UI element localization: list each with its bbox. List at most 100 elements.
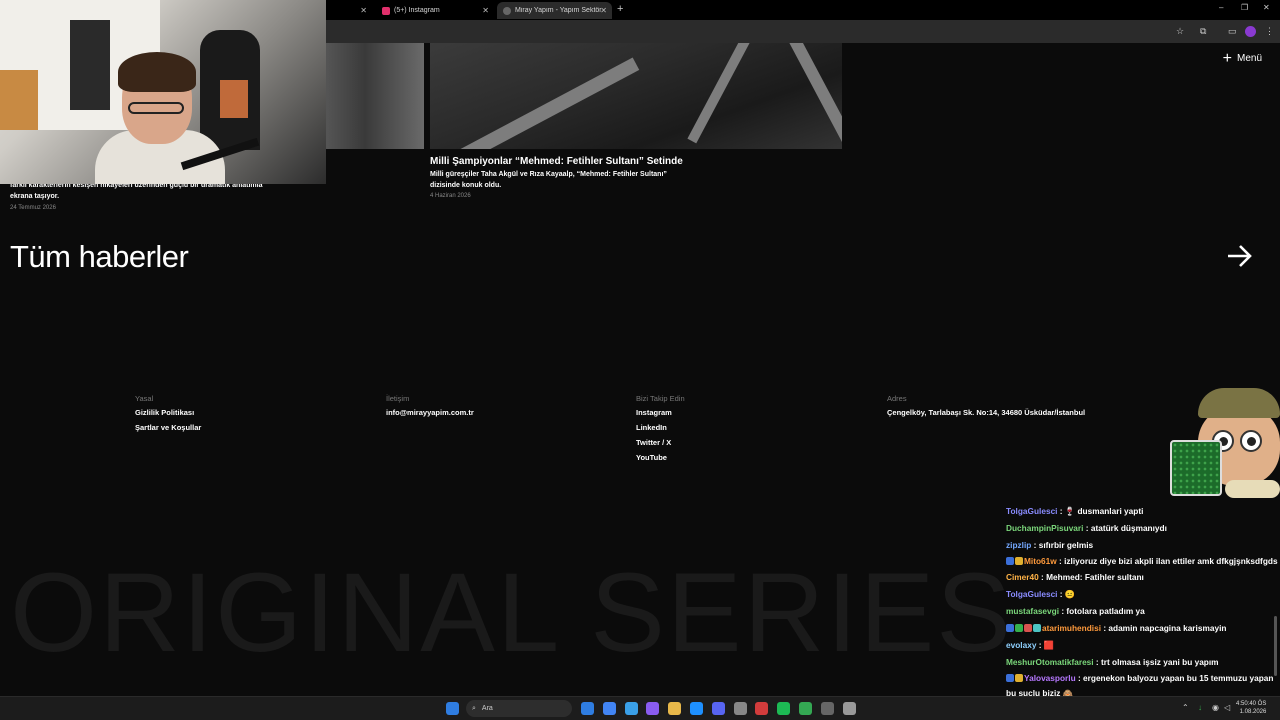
chat-username[interactable]: Cimer40: [1006, 572, 1039, 582]
taskbar-app-icon[interactable]: [799, 702, 812, 715]
footer-link-privacy[interactable]: Gizlilik Politikası: [135, 408, 201, 417]
tab-close-icon[interactable]: ✕: [360, 6, 367, 15]
footer-heading: Adres: [887, 394, 907, 403]
chat-message: mustafasevgi : fotolara patladım ya: [1006, 603, 1280, 620]
scrollbar-thumb[interactable]: [1274, 616, 1277, 676]
chat-badge-icon: [1033, 624, 1041, 632]
site-favicon-icon: [503, 6, 511, 15]
taskbar-app-icon[interactable]: [755, 702, 769, 715]
tab-close-icon[interactable]: ✕: [482, 6, 489, 15]
news-card-title[interactable]: Milli Şampiyonlar “Mehmed: Fetihler Sult…: [430, 156, 683, 167]
tray-download-icon[interactable]: ↓: [1198, 703, 1202, 712]
chat-username[interactable]: zipzlip: [1006, 540, 1031, 550]
chat-username[interactable]: evolaxy: [1006, 640, 1036, 650]
chat-username[interactable]: Mito61w: [1024, 556, 1057, 566]
chat-message: evolaxy : 🟥: [1006, 637, 1280, 654]
original-series-banner: ORIGINAL SERIES: [10, 550, 1013, 675]
set-beam: [687, 43, 753, 144]
emote-hand: [1225, 480, 1280, 498]
taskbar-app-icon[interactable]: [690, 702, 703, 715]
webcam-person-hair: [118, 52, 196, 92]
taskbar-clock[interactable]: 4:50:40 ÖS 1.08.2026: [1236, 700, 1266, 716]
tray-chevron-icon[interactable]: ⌃: [1182, 703, 1189, 712]
taskbar-app-icon[interactable]: [842, 702, 856, 715]
tray-mic-icon[interactable]: ◉: [1212, 703, 1219, 712]
chat-username[interactable]: MeshurOtomatikfaresi: [1006, 657, 1094, 667]
chat-username[interactable]: Yalovasporlu: [1024, 673, 1076, 683]
tab-instagram[interactable]: (5+) Instagram ✕: [376, 2, 494, 19]
taskbar-app-icon[interactable]: [624, 702, 638, 715]
taskbar-app-icon[interactable]: [602, 702, 616, 715]
new-tab-button[interactable]: +: [617, 3, 623, 15]
chat-username[interactable]: TolgaGulesci: [1006, 589, 1057, 599]
chat-text: : fotolara patladım ya: [1059, 606, 1145, 616]
chat-message: TolgaGulesci : 😐: [1006, 586, 1280, 603]
emote-overlay: [1170, 388, 1280, 506]
bookmark-star-icon[interactable]: ☆: [1176, 26, 1184, 37]
footer-link-linkedin[interactable]: LinkedIn: [636, 423, 685, 432]
taskbar-search[interactable]: ⌕ Ara: [466, 700, 572, 717]
taskbar-app-icon[interactable]: [777, 702, 791, 715]
chat-badge-icon: [1006, 557, 1014, 565]
screen: ✕ (5+) Instagram ✕ Miray Yapım - Yapım S…: [0, 0, 1280, 720]
footer-col-legal: Yasal Gizlilik Politikası Şartlar ve Koş…: [135, 394, 201, 438]
chat-message: Mito61w : izliyoruz diye bizi akpli ilan…: [1006, 554, 1280, 569]
taskbar-app-icon[interactable]: [711, 702, 725, 715]
footer-link-terms[interactable]: Şartlar ve Koşullar: [135, 423, 201, 432]
chat-username[interactable]: atarimuhendisi: [1042, 623, 1101, 633]
chat-badge-icon: [1006, 624, 1014, 632]
profile-avatar[interactable]: [1245, 26, 1256, 37]
tab-close-icon[interactable]: ✕: [600, 6, 607, 15]
chat-username[interactable]: DuchampinPisuvari: [1006, 523, 1083, 533]
left-card-date: 24 Temmuz 2026: [10, 205, 56, 211]
menu-button[interactable]: + Menü: [1222, 49, 1262, 67]
tab-miray-yapim[interactable]: Miray Yapım - Yapım Sektörünü ✕: [497, 2, 612, 19]
webcam-overlay: [0, 0, 326, 184]
chat-text: : adamin napcagina karismayin: [1101, 623, 1227, 633]
taskbar-app-icon[interactable]: [581, 702, 594, 715]
all-news-heading[interactable]: Tüm haberler: [10, 239, 189, 275]
instagram-icon: [382, 6, 390, 15]
footer-link-instagram[interactable]: Instagram: [636, 408, 685, 417]
emote-cup: [1170, 440, 1222, 496]
arrow-right-icon[interactable]: [1226, 243, 1254, 269]
footer-heading: Yasal: [135, 394, 154, 403]
taskbar-app-icon[interactable]: [733, 702, 747, 715]
chat-badge-icon: [1024, 624, 1032, 632]
chat-message: atarimuhendisi : adamin napcagina karism…: [1006, 620, 1280, 637]
chat-text: : sıfırbir gelmis: [1031, 540, 1094, 550]
chat-username[interactable]: TolgaGulesci: [1006, 506, 1057, 516]
news-image-main[interactable]: [430, 43, 842, 149]
chat-text: : izliyoruz diye bizi akpli ilan ettiler…: [1056, 556, 1278, 566]
cast-icon[interactable]: ▭: [1228, 26, 1237, 37]
news-image-left[interactable]: [326, 43, 424, 149]
plus-icon: +: [1222, 49, 1232, 67]
taskbar-app-icon[interactable]: [820, 702, 834, 715]
footer-col-contact: İletişim info@mirayyapim.com.tr: [386, 394, 474, 423]
tab-label: (5+) Instagram: [394, 7, 440, 14]
emote-eye: [1240, 430, 1262, 452]
tray-volume-icon[interactable]: ◁: [1224, 703, 1230, 712]
taskbar-app-icon[interactable]: [646, 702, 660, 715]
footer-link-twitter[interactable]: Twitter / X: [636, 438, 685, 447]
footer-link-email[interactable]: info@mirayyapim.com.tr: [386, 408, 474, 417]
tab-previous[interactable]: ✕: [330, 2, 372, 19]
chat-username[interactable]: mustafasevgi: [1006, 606, 1059, 616]
close-window-button[interactable]: ✕: [1263, 3, 1270, 12]
webcam-poster: [220, 80, 248, 118]
news-card-description: Milli güreşçiler Taha Akgül ve Rıza Kaya…: [430, 171, 667, 189]
chat-message: TolgaGulesci : 🍷 dusmanlari yapti: [1006, 503, 1280, 520]
extensions-icon[interactable]: ⧉: [1200, 26, 1206, 37]
restore-button[interactable]: ❐: [1241, 3, 1248, 12]
news-card-date: 4 Haziran 2026: [430, 193, 471, 199]
taskbar-app-icon[interactable]: [668, 702, 682, 715]
clock-date: 1.08.2026: [1239, 709, 1267, 715]
chat-text: : Mehmed: Fatihler sultanı: [1038, 572, 1144, 582]
minimize-button[interactable]: –: [1219, 3, 1223, 12]
webcam-door: [70, 20, 110, 110]
start-menu-icon[interactable]: [446, 702, 459, 715]
chat-badge-icon: [1015, 674, 1023, 682]
chat-badge-icon: [1015, 624, 1023, 632]
browser-menu-icon[interactable]: ⋮: [1265, 26, 1274, 37]
footer-link-youtube[interactable]: YouTube: [636, 453, 685, 462]
